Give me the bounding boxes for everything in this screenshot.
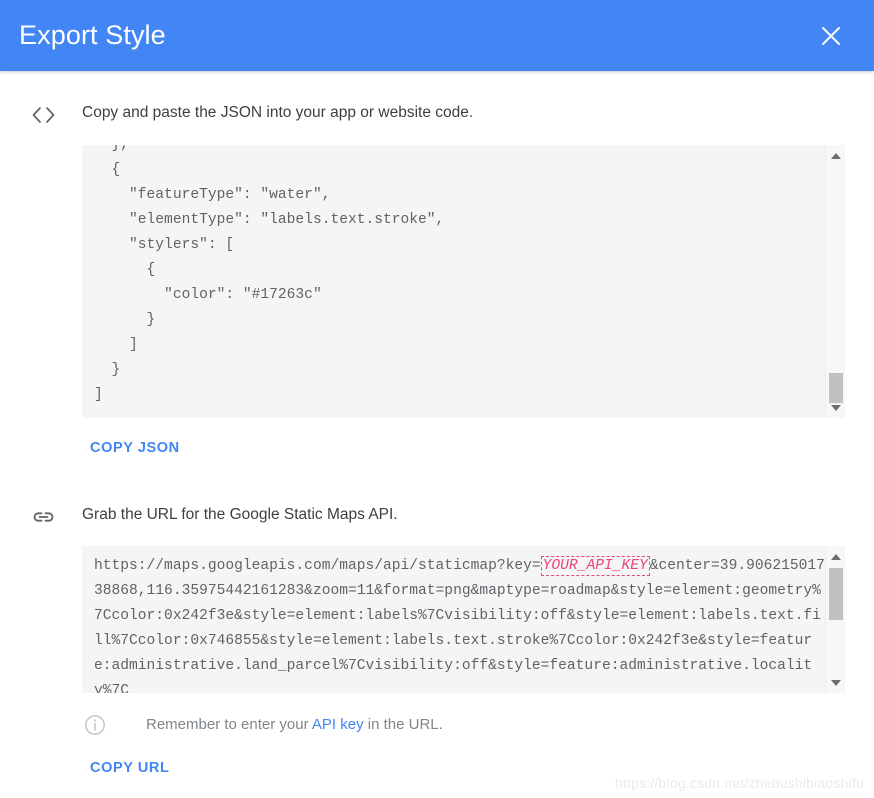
scroll-down-icon[interactable] <box>826 399 845 416</box>
url-code-scrollport: https://maps.googleapis.com/maps/api/sta… <box>82 546 825 693</box>
json-scrollbar[interactable] <box>825 145 845 418</box>
dialog-body: Copy and paste the JSON into your app or… <box>0 71 874 798</box>
url-prefix: https://maps.googleapis.com/maps/api/sta… <box>94 558 541 574</box>
api-key-info-text: Remember to enter your API key in the UR… <box>107 715 443 735</box>
json-code-box[interactable]: }, { "featureType": "water", "elementTyp… <box>82 145 845 418</box>
section-json-header: Copy and paste the JSON into your app or… <box>0 71 874 125</box>
scroll-up-icon[interactable] <box>826 147 845 164</box>
url-code-box[interactable]: https://maps.googleapis.com/maps/api/sta… <box>82 546 845 693</box>
api-key-info-row: Remember to enter your API key in the UR… <box>0 713 874 737</box>
section-json-heading: Copy and paste the JSON into your app or… <box>64 103 473 123</box>
close-icon <box>820 25 842 47</box>
api-key-placeholder-token[interactable]: YOUR_API_KEY <box>541 556 650 576</box>
section-url-header: Grab the URL for the Google Static Maps … <box>0 457 874 527</box>
section-url-heading: Grab the URL for the Google Static Maps … <box>64 505 398 525</box>
section-url: Grab the URL for the Google Static Maps … <box>0 457 874 777</box>
copy-json-button[interactable]: COPY JSON <box>90 440 180 456</box>
info-text-after: in the URL. <box>364 716 443 733</box>
json-code-text: }, { "featureType": "water", "elementTyp… <box>82 145 825 408</box>
info-icon <box>83 713 107 737</box>
page-title: Export Style <box>19 22 814 49</box>
section-json: Copy and paste the JSON into your app or… <box>0 71 874 457</box>
url-code-text: https://maps.googleapis.com/maps/api/sta… <box>82 554 825 693</box>
code-icon <box>30 103 64 125</box>
scroll-down-icon[interactable] <box>826 674 845 691</box>
url-scrollbar-thumb[interactable] <box>829 568 843 620</box>
close-button[interactable] <box>814 19 848 53</box>
copy-url-button[interactable]: COPY URL <box>90 760 169 776</box>
link-icon <box>30 505 64 527</box>
scroll-up-icon[interactable] <box>826 548 845 565</box>
url-suffix: &center=39.90621501738868,116.3597544216… <box>94 558 825 693</box>
url-scrollbar[interactable] <box>825 546 845 693</box>
api-key-link[interactable]: API key <box>312 716 364 733</box>
json-code-scrollport: }, { "featureType": "water", "elementTyp… <box>82 145 825 418</box>
export-style-dialog: Export Style Copy and paste the JSON int… <box>0 0 874 798</box>
watermark: https://blog.csdn.net/zhebushibiaoshifu <box>615 775 864 791</box>
dialog-header: Export Style <box>0 0 874 71</box>
info-text-before: Remember to enter your <box>146 716 312 733</box>
